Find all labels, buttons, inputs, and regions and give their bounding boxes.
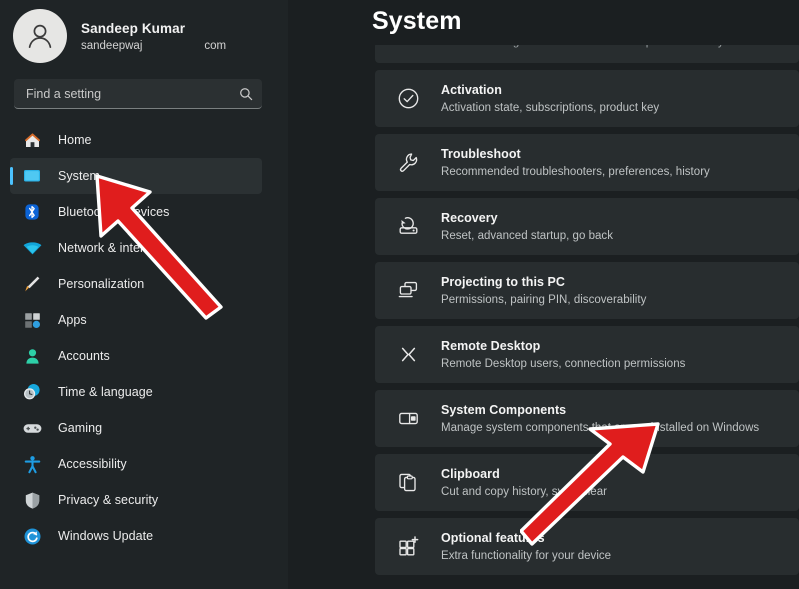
settings-row-subtitle: Recommended troubleshooters, preferences… bbox=[441, 165, 710, 178]
sidebar-item-label: Accessibility bbox=[58, 457, 127, 471]
settings-row-subtitle: Cut and copy history, sync, clear bbox=[441, 485, 607, 498]
sidebar-item-time-language[interactable]: Time & language bbox=[10, 374, 262, 410]
search-input[interactable] bbox=[26, 86, 239, 101]
gamepad-icon bbox=[21, 417, 43, 439]
clipboard-icon bbox=[393, 468, 423, 498]
settings-row-text: Optional features Extra functionality fo… bbox=[441, 530, 611, 564]
sidebar-item-label: Privacy & security bbox=[58, 493, 159, 507]
settings-row-subtitle: Activation state, subscriptions, product… bbox=[441, 101, 660, 114]
clock-globe-icon bbox=[21, 381, 43, 403]
settings-row-activation[interactable]: Activation Activation state, subscriptio… bbox=[375, 70, 799, 127]
developer-mode-card-clipped[interactable]: These settings are intended for developm… bbox=[375, 42, 799, 63]
sidebar-item-accessibility[interactable]: Accessibility bbox=[10, 446, 262, 482]
settings-row-subtitle: Permissions, pairing PIN, discoverabilit… bbox=[441, 293, 647, 306]
sidebar-item-bluetooth-devices[interactable]: Bluetooth & devices bbox=[10, 194, 262, 230]
sidebar-item-label: Accounts bbox=[58, 349, 110, 363]
search-box[interactable] bbox=[14, 79, 262, 109]
sidebar-item-label: System bbox=[58, 169, 100, 183]
sidebar-item-label: Personalization bbox=[58, 277, 145, 291]
check-circle-icon bbox=[393, 84, 423, 114]
settings-row-troubleshoot[interactable]: Troubleshoot Recommended troubleshooters… bbox=[375, 134, 799, 191]
settings-row-text: Recovery Reset, advanced startup, go bac… bbox=[441, 210, 613, 244]
title-bar-background bbox=[288, 0, 799, 45]
settings-row-title: Optional features bbox=[441, 530, 545, 545]
sidebar-item-label: Windows Update bbox=[58, 529, 154, 543]
sidebar-item-personalization[interactable]: Personalization bbox=[10, 266, 262, 302]
settings-window: Sandeep Kumar sandeepwaj com Find a sett… bbox=[0, 0, 799, 589]
account-email-suffix: com bbox=[204, 40, 227, 52]
selection-indicator bbox=[10, 167, 13, 185]
wrench-icon bbox=[393, 148, 423, 178]
bluetooth-icon bbox=[21, 201, 43, 223]
settings-row-title: Recovery bbox=[441, 210, 498, 225]
settings-row-text: Clipboard Cut and copy history, sync, cl… bbox=[441, 466, 607, 500]
settings-row-title: Remote Desktop bbox=[441, 338, 541, 353]
sidebar-item-label: Gaming bbox=[58, 421, 103, 435]
settings-row-subtitle: Remote Desktop users, connection permiss… bbox=[441, 357, 686, 370]
person-avatar-icon bbox=[28, 24, 52, 49]
sidebar-item-network-internet[interactable]: Network & internet bbox=[10, 230, 262, 266]
settings-row-text: Projecting to this PC Permissions, pairi… bbox=[441, 274, 646, 308]
main-content: System These settings are intended for d… bbox=[288, 0, 799, 589]
settings-row-subtitle: Extra functionality for your device bbox=[441, 549, 612, 562]
wifi-icon bbox=[21, 237, 43, 259]
sidebar-item-system[interactable]: System bbox=[10, 158, 262, 194]
settings-row-text: Troubleshoot Recommended troubleshooters… bbox=[441, 146, 710, 180]
recovery-icon bbox=[393, 212, 423, 242]
settings-row-remote-desktop[interactable]: Remote Desktop Remote Desktop users, con… bbox=[375, 326, 799, 383]
settings-row-title: Projecting to this PC bbox=[441, 274, 565, 289]
sidebar-item-apps[interactable]: Apps bbox=[10, 302, 262, 338]
settings-row-title: Activation bbox=[441, 82, 502, 97]
settings-row-recovery[interactable]: Recovery Reset, advanced startup, go bac… bbox=[375, 198, 799, 255]
home-icon bbox=[21, 129, 43, 151]
account-email: sandeepwaj com bbox=[81, 38, 226, 54]
settings-row-optional-features[interactable]: Optional features Extra functionality fo… bbox=[375, 518, 799, 575]
accessibility-icon bbox=[21, 453, 43, 475]
sidebar-item-gaming[interactable]: Gaming bbox=[10, 410, 262, 446]
sidebar-item-label: Time & language bbox=[58, 385, 153, 399]
sidebar-item-windows-update[interactable]: Windows Update bbox=[10, 518, 262, 554]
search-icon[interactable] bbox=[239, 87, 253, 101]
settings-row-title: System Components bbox=[441, 402, 567, 417]
page-title: System bbox=[372, 7, 462, 35]
shield-icon bbox=[21, 489, 43, 511]
settings-row-text: Activation Activation state, subscriptio… bbox=[441, 82, 659, 116]
sidebar-item-privacy-security[interactable]: Privacy & security bbox=[10, 482, 262, 518]
sidebar-item-accounts[interactable]: Accounts bbox=[10, 338, 262, 374]
paintbrush-icon bbox=[21, 273, 43, 295]
avatar[interactable] bbox=[13, 9, 67, 63]
system-monitor-icon bbox=[21, 165, 43, 187]
account-text: Sandeep Kumar sandeepwaj com bbox=[81, 18, 226, 54]
account-person-icon bbox=[21, 345, 43, 367]
remote-desktop-icon bbox=[393, 340, 423, 370]
sidebar-item-label: Network & internet bbox=[58, 241, 162, 255]
update-refresh-icon bbox=[21, 525, 43, 547]
account-name: Sandeep Kumar bbox=[81, 21, 186, 36]
optional-features-icon bbox=[393, 532, 423, 562]
settings-list: These settings are intended for developm… bbox=[375, 42, 799, 582]
sidebar-item-label: Apps bbox=[58, 313, 87, 327]
sidebar-nav: Home System Bluetooth & devices Network … bbox=[0, 122, 288, 554]
settings-row-text: Remote Desktop Remote Desktop users, con… bbox=[441, 338, 685, 372]
sidebar-item-label: Bluetooth & devices bbox=[58, 205, 170, 219]
apps-grid-icon bbox=[21, 309, 43, 331]
settings-row-text: System Components Manage system componen… bbox=[441, 402, 759, 436]
settings-row-projecting-to-this-pc[interactable]: Projecting to this PC Permissions, pairi… bbox=[375, 262, 799, 319]
settings-row-subtitle: Reset, advanced startup, go back bbox=[441, 229, 613, 242]
settings-row-title: Clipboard bbox=[441, 466, 500, 481]
system-components-icon bbox=[393, 404, 423, 434]
sidebar-item-home[interactable]: Home bbox=[10, 122, 262, 158]
project-screen-icon bbox=[393, 276, 423, 306]
account-header[interactable]: Sandeep Kumar sandeepwaj com bbox=[0, 0, 288, 63]
settings-row-subtitle: Manage system components that are preins… bbox=[441, 421, 760, 434]
sidebar: Sandeep Kumar sandeepwaj com Find a sett… bbox=[0, 0, 288, 589]
sidebar-item-label: Home bbox=[58, 133, 92, 147]
account-email-prefix: sandeepwaj bbox=[81, 40, 143, 52]
settings-row-system-components[interactable]: System Components Manage system componen… bbox=[375, 390, 799, 447]
account-email-redacted bbox=[142, 38, 204, 54]
settings-row-title: Troubleshoot bbox=[441, 146, 521, 161]
settings-row-clipboard[interactable]: Clipboard Cut and copy history, sync, cl… bbox=[375, 454, 799, 511]
